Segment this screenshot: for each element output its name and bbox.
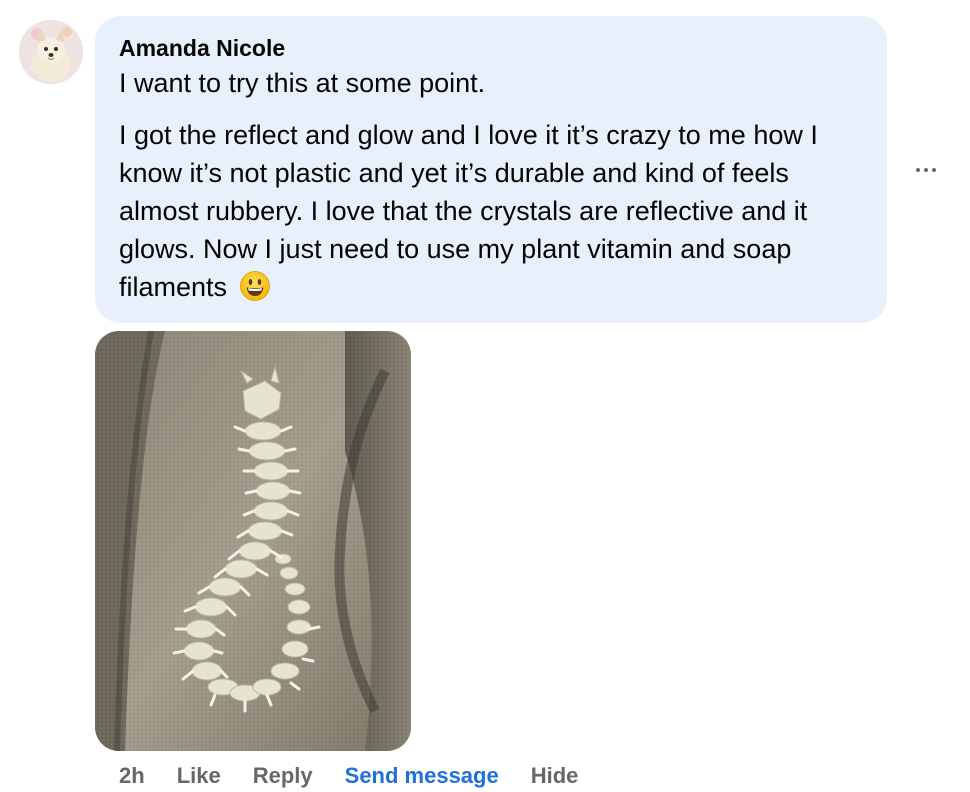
printed-dragon-photo bbox=[95, 331, 411, 751]
more-options-button[interactable] bbox=[906, 154, 946, 186]
dog-avatar-icon bbox=[19, 20, 83, 84]
comment-bubble: Amanda Nicole I want to try this at some… bbox=[95, 16, 887, 323]
comment-photo[interactable] bbox=[95, 331, 411, 751]
more-options-icon bbox=[914, 168, 938, 172]
comment-paragraph-text: I got the reflect and glow and I love it… bbox=[119, 120, 818, 302]
comment-timestamp[interactable]: 2h bbox=[119, 763, 145, 789]
author-name[interactable]: Amanda Nicole bbox=[119, 34, 863, 62]
grinning-face-emoji bbox=[239, 270, 271, 302]
comment-paragraph: I got the reflect and glow and I love it… bbox=[119, 116, 863, 306]
comment-actions: 2h Like Reply Send message Hide bbox=[119, 760, 610, 792]
reply-button[interactable]: Reply bbox=[253, 763, 313, 789]
send-message-button[interactable]: Send message bbox=[345, 763, 499, 789]
author-avatar[interactable] bbox=[19, 20, 83, 84]
comment-paragraph: I want to try this at some point. bbox=[119, 68, 486, 98]
hide-button[interactable]: Hide bbox=[531, 763, 579, 789]
like-button[interactable]: Like bbox=[177, 763, 221, 789]
